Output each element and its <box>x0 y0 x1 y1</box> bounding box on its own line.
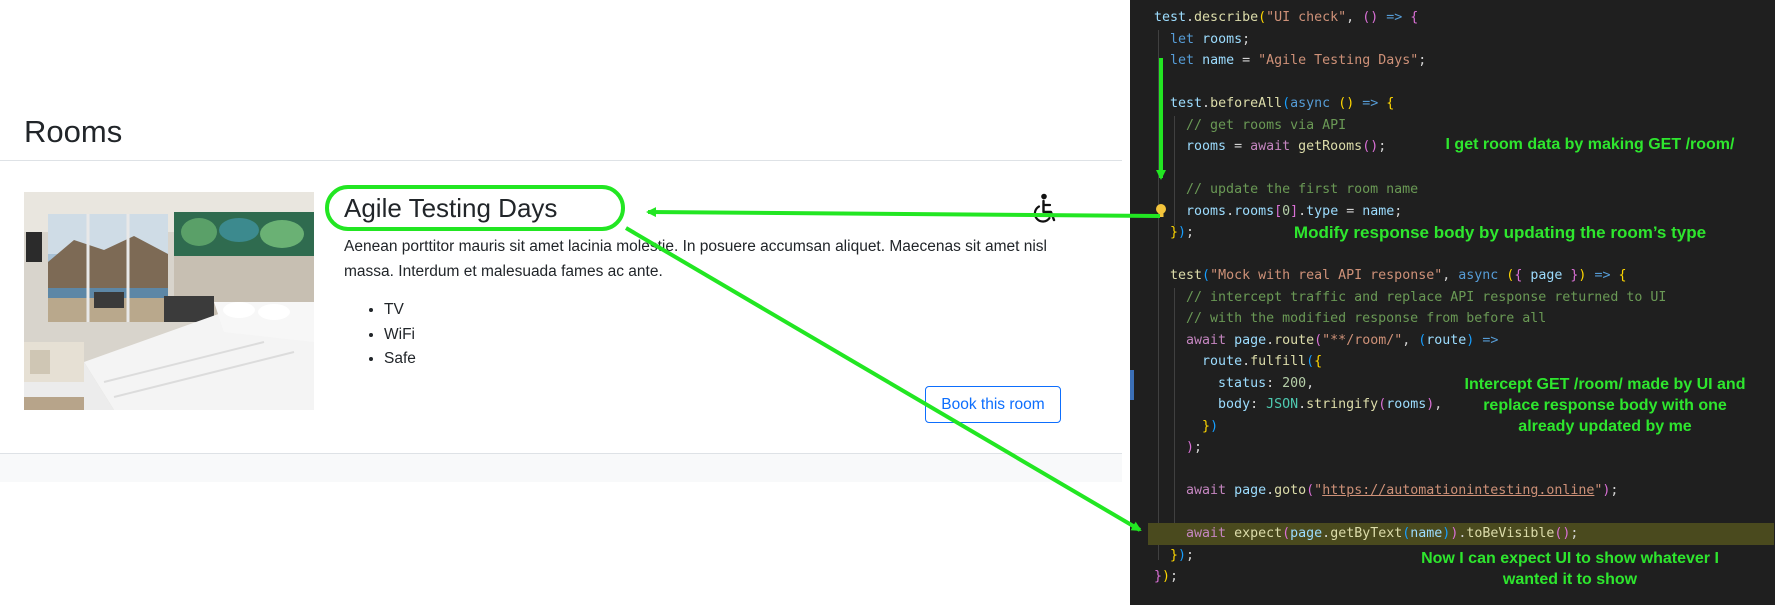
wheelchair-icon <box>1033 193 1056 223</box>
footer-band <box>0 454 1122 482</box>
code-line[interactable] <box>1154 459 1774 481</box>
annotation-line: replace response body with one <box>1483 397 1727 414</box>
book-room-button[interactable]: Book this room <box>925 386 1061 423</box>
code-line[interactable]: rooms.rooms[0].type = name; <box>1154 201 1774 223</box>
code-text[interactable]: test.describe("UI check", () => { let ro… <box>1148 7 1774 588</box>
web-page: Rooms Agile Testing Days Aenean porttito… <box>0 0 1122 607</box>
room-features: TV WiFi Safe <box>344 298 416 372</box>
code-line[interactable]: test("Mock with real API response", asyn… <box>1154 265 1774 287</box>
feature-item: Safe <box>384 347 416 372</box>
code-line[interactable] <box>1154 158 1774 180</box>
annotation-line: Intercept GET /room/ made by UI and <box>1464 376 1746 393</box>
code-line[interactable] <box>1154 244 1774 266</box>
code-line[interactable]: test.describe("UI check", () => { <box>1154 7 1774 29</box>
code-line[interactable]: await expect(page.getByText(name)).toBeV… <box>1148 523 1774 545</box>
gutter-change-marker <box>1130 370 1134 400</box>
code-editor[interactable]: test.describe("UI check", () => { let ro… <box>1130 0 1775 605</box>
code-line[interactable]: let name = "Agile Testing Days"; <box>1154 50 1774 72</box>
code-line[interactable]: // get rooms via API <box>1154 115 1774 137</box>
code-line[interactable]: // intercept traffic and replace API res… <box>1154 287 1774 309</box>
annotation-intercept: Intercept GET /room/ made by UI and repl… <box>1440 374 1770 437</box>
annotation-line: Now I can expect UI to show whatever I <box>1421 550 1719 567</box>
code-line[interactable]: await page.goto("https://automationintes… <box>1154 480 1774 502</box>
code-line[interactable]: test.beforeAll(async () => { <box>1154 93 1774 115</box>
annotation-get-rooms: I get room data by making GET /room/ <box>1445 136 1735 153</box>
room-photo <box>24 192 314 410</box>
room-description: Aenean porttitor mauris sit amet lacinia… <box>344 238 1048 280</box>
code-line[interactable]: ); <box>1154 437 1774 459</box>
annotation-expect: Now I can expect UI to show whatever I w… <box>1380 548 1760 590</box>
lightbulb-icon[interactable] <box>1154 203 1168 219</box>
feature-item: WiFi <box>384 323 416 348</box>
code-line[interactable] <box>1154 502 1774 524</box>
code-line[interactable]: // with the modified response from befor… <box>1154 308 1774 330</box>
room-photo-image <box>24 192 314 410</box>
code-line[interactable] <box>1154 72 1774 94</box>
feature-item: TV <box>384 298 416 323</box>
room-name: Agile Testing Days <box>344 193 558 223</box>
annotation-modify-body: Modify response body by updating the roo… <box>1293 223 1707 242</box>
code-line[interactable]: let rooms; <box>1154 29 1774 51</box>
code-line[interactable]: // update the first room name <box>1154 179 1774 201</box>
page-title: Rooms <box>24 114 123 149</box>
annotation-line: already updated by me <box>1518 418 1692 435</box>
divider <box>0 160 1122 161</box>
code-line[interactable]: await page.route("**/room/", (route) => <box>1154 330 1774 352</box>
annotation-line: wanted it to show <box>1502 571 1638 588</box>
code-line[interactable]: route.fulfill({ <box>1154 351 1774 373</box>
